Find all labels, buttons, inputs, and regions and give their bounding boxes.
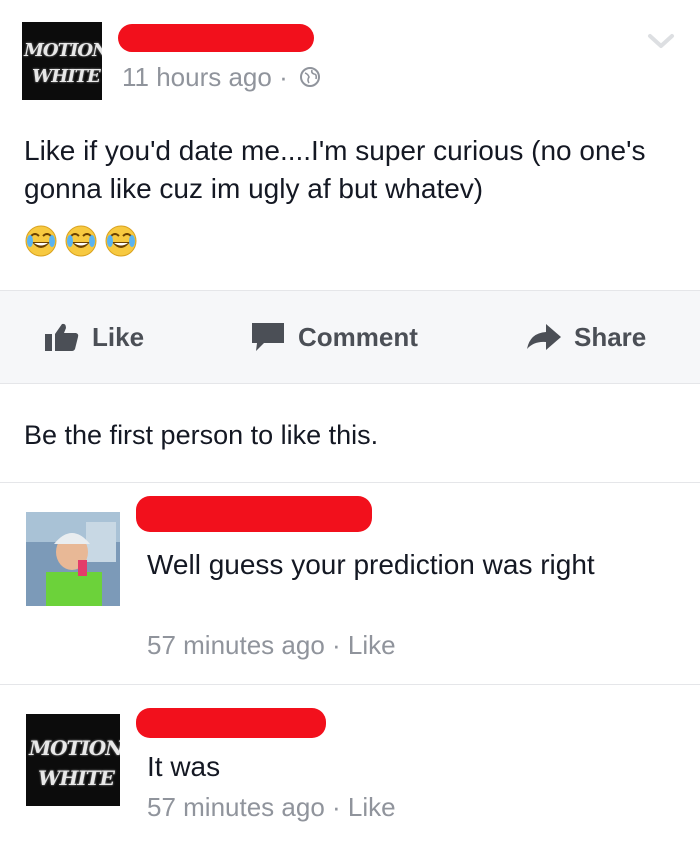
comment-button[interactable]: Comment bbox=[250, 291, 418, 383]
divider bbox=[0, 482, 700, 483]
face-with-tears-of-joy-icon bbox=[104, 224, 138, 263]
likes-summary: Be the first person to like this. bbox=[24, 420, 379, 450]
action-bar: Like Comment Share bbox=[0, 290, 700, 384]
post-meta: 11 hours ago · bbox=[122, 62, 321, 95]
logo-text-top: MOTIONLESS bbox=[24, 40, 102, 61]
comment-like-link[interactable]: Like bbox=[348, 792, 396, 822]
comment-text: Well guess your prediction was right bbox=[147, 549, 595, 580]
thumbs-up-icon bbox=[45, 323, 79, 351]
redacted-commenter-name bbox=[136, 708, 326, 738]
commenter-avatar[interactable] bbox=[26, 512, 120, 606]
post-text: Like if you'd date me....I'm super curio… bbox=[24, 135, 646, 204]
comment-icon bbox=[252, 323, 284, 351]
share-arrow-icon bbox=[527, 324, 561, 350]
meta-separator: · bbox=[324, 792, 348, 822]
profile-avatar[interactable]: MOTIONLESS WHITE bbox=[22, 22, 102, 100]
globe-icon bbox=[299, 64, 321, 95]
like-label: Like bbox=[92, 321, 145, 352]
divider bbox=[0, 684, 700, 685]
redacted-commenter-name bbox=[136, 496, 372, 532]
avatar-photo bbox=[26, 512, 120, 606]
comment-label: Comment bbox=[298, 321, 418, 352]
meta-separator: · bbox=[271, 62, 295, 92]
commenter-avatar[interactable]: MOTIONLESS WHITE bbox=[26, 714, 120, 806]
comment-time[interactable]: 57 minutes ago bbox=[147, 792, 325, 822]
post-timestamp[interactable]: 11 hours ago bbox=[122, 62, 272, 92]
comment-text: It was bbox=[147, 751, 221, 782]
face-with-tears-of-joy-icon bbox=[64, 224, 98, 263]
logo-text-bottom: WHITE bbox=[32, 66, 101, 87]
chevron-down-icon[interactable] bbox=[646, 30, 676, 57]
face-with-tears-of-joy-icon bbox=[24, 224, 58, 263]
share-label: Share bbox=[574, 321, 647, 352]
like-button[interactable]: Like bbox=[44, 291, 144, 383]
meta-separator: · bbox=[324, 630, 348, 660]
comment-meta: 57 minutes ago · Like bbox=[147, 792, 396, 823]
comment-like-link[interactable]: Like bbox=[348, 630, 396, 660]
emoji-row bbox=[24, 224, 144, 263]
comment-time[interactable]: 57 minutes ago bbox=[147, 630, 325, 660]
redacted-author-name bbox=[118, 24, 314, 52]
logo-text-top: MOTIONLESS bbox=[29, 736, 120, 760]
logo-text-bottom: WHITE bbox=[38, 766, 115, 790]
comment-meta: 57 minutes ago · Like bbox=[147, 630, 396, 661]
share-button[interactable]: Share bbox=[526, 291, 646, 383]
post-header: MOTIONLESS WHITE 11 hours ago · bbox=[0, 0, 700, 110]
